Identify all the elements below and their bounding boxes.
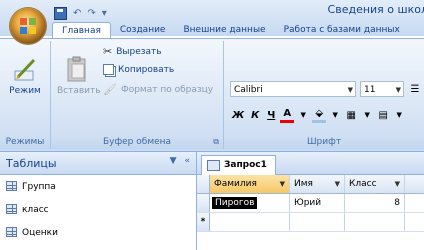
clipboard-group-title: Буфер обмена — [102, 137, 172, 147]
font-size-value: 11 — [364, 85, 376, 95]
cell-name[interactable] — [290, 213, 345, 231]
font-format-row: Ж К Ч А ▼ ⬙ ▼ ▦ ▼ ▤ ▼ — [230, 107, 406, 123]
cut-button[interactable]: ✂ Вырезать — [103, 45, 162, 58]
font-name-select[interactable]: Calibri ▼ — [230, 81, 356, 97]
title-bar: ↶ ↷ ▾ Сведения о школ Главная Создание В… — [0, 0, 424, 40]
column-header-label: Имя — [294, 179, 313, 189]
cell-surname-value: Пирогов — [212, 197, 258, 209]
nav-pane-header[interactable]: Таблицы ▼ « — [0, 152, 196, 175]
row-selector[interactable] — [197, 194, 210, 212]
cell-surname[interactable]: Пирогов — [210, 194, 290, 212]
ribbon-tabs: Главная Создание Внешние данные Работа с… — [52, 22, 409, 40]
alt-row-color-icon[interactable]: ▤ — [376, 107, 390, 123]
quick-access-toolbar: ↶ ↷ ▾ — [54, 4, 107, 22]
save-icon[interactable] — [54, 6, 67, 20]
datasheet-grid: Фамилия ▼ Имя ▼ Класс ▼ Пирогов Юрий 8 * — [197, 175, 424, 232]
navigation-pane: Таблицы ▼ « Группа класс Оценки — [0, 152, 197, 250]
document-tabs: Запрос1 — [197, 152, 424, 175]
undo-icon[interactable]: ↶ — [73, 8, 81, 19]
chevron-down-icon[interactable]: ▼ — [392, 107, 406, 123]
chevron-down-icon[interactable]: ▼ — [296, 107, 310, 123]
nav-item-table[interactable]: Оценки — [0, 221, 196, 244]
chevron-down-icon[interactable]: ▼ — [360, 107, 374, 123]
view-icon — [14, 58, 36, 81]
paste-button-label: Вставить — [57, 86, 101, 96]
clipboard-group: Вставить ✂ Вырезать Копировать 🖌 Формат … — [51, 41, 224, 149]
format-painter-icon: 🖌 — [103, 83, 117, 96]
chevron-down-icon: ▼ — [395, 86, 401, 94]
nav-item-label: Оценки — [22, 227, 58, 238]
bold-button[interactable]: Ж — [230, 107, 246, 123]
column-header-label: Фамилия — [214, 179, 257, 189]
paste-button[interactable]: Вставить — [57, 55, 101, 96]
column-header-label: Класс — [349, 179, 377, 189]
nav-pane-title: Таблицы — [6, 156, 57, 170]
redo-icon[interactable]: ↷ — [87, 8, 95, 19]
format-painter-label: Формат по образцу — [120, 84, 214, 95]
table-row: Пирогов Юрий 8 — [197, 194, 424, 213]
dialog-launcher-icon[interactable]: ⧉ — [213, 135, 219, 149]
query-icon — [207, 160, 220, 171]
fill-color-icon[interactable]: ⬙ — [312, 107, 327, 123]
tab-create[interactable]: Создание — [111, 22, 175, 39]
column-header-name[interactable]: Имя ▼ — [290, 175, 345, 193]
nav-item-label: Группа — [22, 181, 56, 192]
tab-external-data[interactable]: Внешние данные — [174, 22, 274, 39]
select-all-cell[interactable] — [197, 175, 210, 193]
font-group-label: Шрифт — [224, 135, 424, 149]
font-color-button[interactable]: А — [280, 107, 295, 123]
views-group: Режим Режимы — [0, 41, 51, 149]
ribbon: Режим Режимы Вставить ✂ Вырезать Копиров… — [0, 38, 424, 152]
underline-button[interactable]: Ч — [264, 107, 278, 123]
copy-button[interactable]: Копировать — [103, 64, 174, 75]
query-tab[interactable]: Запрос1 — [201, 155, 276, 175]
nav-item-table[interactable]: Группа — [0, 175, 196, 198]
document-area: Запрос1 Фамилия ▼ Имя ▼ Класс ▼ Пирогов … — [197, 152, 424, 250]
office-logo-icon — [20, 18, 36, 34]
cell-surname[interactable] — [210, 213, 290, 231]
collapse-icon[interactable]: « — [184, 156, 190, 166]
column-header-class[interactable]: Класс ▼ — [345, 175, 405, 193]
cell-class[interactable]: 8 — [345, 194, 405, 212]
copy-label: Копировать — [118, 64, 175, 75]
window-title: Сведения о школ — [327, 3, 424, 16]
chevron-down-icon[interactable]: ▼ — [170, 156, 177, 166]
nav-item-label: класс — [22, 204, 49, 215]
align-icon[interactable]: ☰ — [408, 81, 422, 97]
gridlines-icon[interactable]: ▦ — [344, 107, 358, 123]
scissors-icon: ✂ — [103, 45, 113, 58]
cell-name[interactable]: Юрий — [290, 194, 345, 212]
table-icon — [6, 181, 17, 191]
chevron-down-icon[interactable]: ▼ — [335, 175, 340, 193]
chevron-down-icon[interactable]: ▼ — [395, 175, 400, 193]
new-row-marker[interactable]: * — [197, 213, 210, 231]
query-tab-label: Запрос1 — [224, 160, 267, 170]
view-button-label: Режим — [9, 86, 41, 96]
table-icon — [6, 227, 17, 237]
copy-icon — [103, 64, 114, 75]
font-name-value: Calibri — [234, 85, 263, 95]
chevron-down-icon: ▼ — [347, 86, 353, 94]
customize-qat-icon[interactable]: ▾ — [102, 8, 107, 19]
view-button[interactable]: Режим — [4, 57, 46, 96]
format-painter-button[interactable]: 🖌 Формат по образцу — [103, 83, 213, 96]
font-group: Calibri ▼ 11 ▼ ☰ Ж К Ч А ▼ ⬙ ▼ ▦ ▼ ▤ ▼ Ш… — [224, 41, 424, 149]
new-record-row: * — [197, 213, 424, 232]
views-group-label: Режимы — [0, 135, 50, 149]
cut-label: Вырезать — [116, 46, 162, 57]
chevron-down-icon[interactable]: ▼ — [328, 107, 342, 123]
clipboard-group-label: Буфер обмена ⧉ — [51, 135, 223, 149]
paste-icon — [67, 56, 86, 82]
chevron-down-icon[interactable]: ▼ — [280, 175, 285, 193]
tab-database-tools[interactable]: Работа с базами данных — [275, 22, 409, 39]
italic-button[interactable]: К — [248, 107, 262, 123]
font-size-select[interactable]: 11 ▼ — [360, 81, 404, 97]
nav-item-table[interactable]: класс — [0, 198, 196, 221]
cell-class[interactable] — [345, 213, 405, 231]
office-button[interactable] — [10, 8, 46, 44]
nav-pane-controls: ▼ « — [170, 156, 190, 166]
datasheet-header: Фамилия ▼ Имя ▼ Класс ▼ — [197, 175, 424, 194]
column-header-surname[interactable]: Фамилия ▼ — [210, 175, 290, 193]
table-icon — [6, 204, 17, 214]
